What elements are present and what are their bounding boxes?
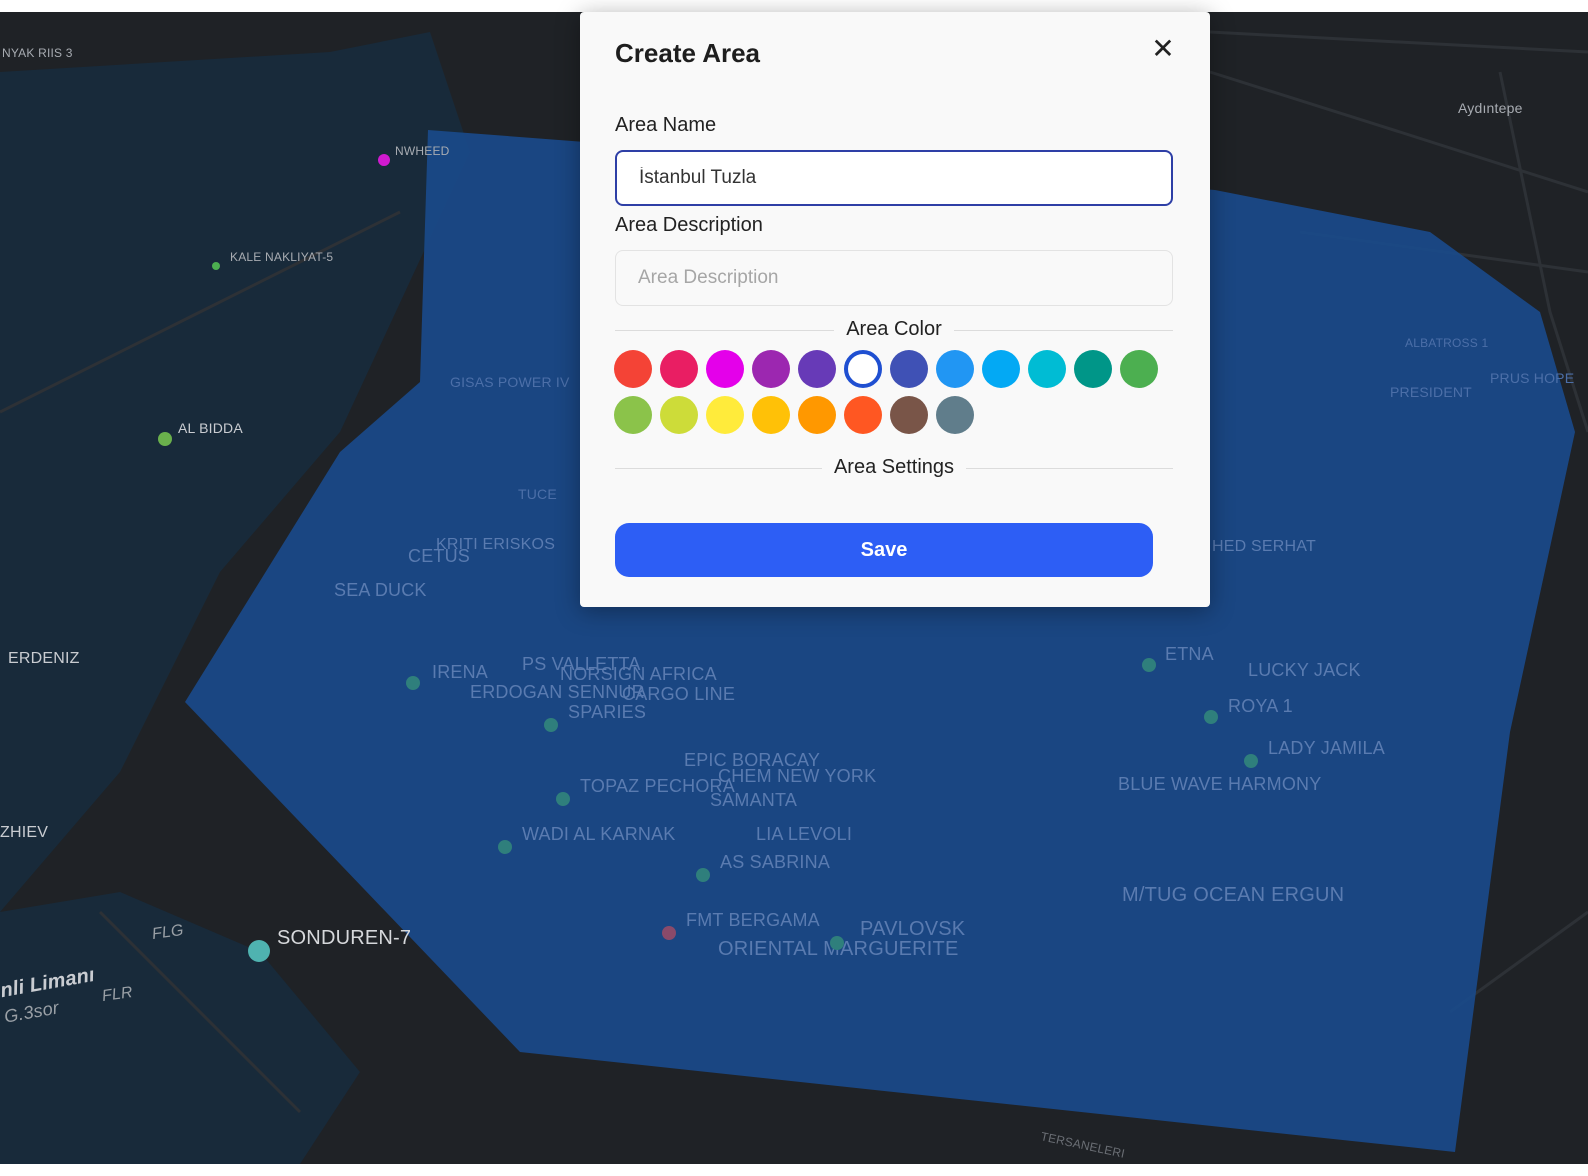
map-label: NWHEED [395, 144, 450, 158]
area-settings-label: Area Settings [821, 456, 967, 478]
color-swatch[interactable] [844, 350, 882, 388]
map-label: AL BIDDA [178, 420, 243, 436]
color-swatch[interactable] [660, 396, 698, 434]
color-swatch[interactable] [798, 350, 836, 388]
map-label: LIA LEVOLI [756, 824, 853, 844]
map-label: PRUS HOPE [1490, 370, 1575, 386]
vessel-marker[interactable] [830, 936, 844, 950]
map-label: Aydıntepe [1458, 100, 1523, 116]
vessel-marker[interactable] [662, 926, 676, 940]
map-label: SEA DUCK [334, 580, 427, 600]
close-icon[interactable]: ✕ [1148, 34, 1178, 64]
area-color-divider: Area Color [615, 318, 1173, 342]
color-swatch[interactable] [706, 396, 744, 434]
map-label: SPARIES [568, 702, 647, 722]
color-swatch[interactable] [614, 396, 652, 434]
map-label: LADY JAMILA [1268, 738, 1385, 758]
map-label: FMT BERGAMA [686, 910, 820, 930]
area-name-label: Area Name [615, 114, 717, 136]
color-swatch[interactable] [1028, 350, 1066, 388]
vessel-marker[interactable] [248, 940, 270, 962]
vessel-marker[interactable] [158, 432, 172, 446]
map-label: KRITI ERISKOS [436, 536, 556, 553]
area-settings-divider: Area Settings [615, 456, 1173, 480]
map-label: CHEM NEW YORK [718, 766, 877, 786]
modal-title: Create Area [615, 38, 761, 68]
map-label: IRENA [432, 662, 489, 682]
color-swatch[interactable] [614, 350, 652, 388]
map-label: ZHIEV [0, 824, 49, 841]
vessel-marker[interactable] [1204, 710, 1218, 724]
color-swatch[interactable] [752, 396, 790, 434]
map-label: M/TUG OCEAN ERGUN [1122, 884, 1345, 906]
area-color-label: Area Color [834, 318, 954, 340]
vessel-marker[interactable] [1142, 658, 1156, 672]
map-label: KALE NAKLIYAT-5 [230, 250, 334, 264]
area-description-input[interactable] [615, 250, 1173, 306]
map-label: SONDUREN-7 [277, 927, 412, 949]
vessel-marker[interactable] [212, 262, 220, 270]
color-swatch[interactable] [982, 350, 1020, 388]
map-label: WADI AL KARNAK [522, 824, 676, 844]
vessel-marker[interactable] [498, 840, 512, 854]
map-label: SAMANTA [710, 790, 798, 810]
color-swatch[interactable] [1074, 350, 1112, 388]
map-label: GISAS POWER IV [450, 374, 570, 390]
map-label: ETNA [1165, 644, 1214, 664]
color-swatch[interactable] [1120, 350, 1158, 388]
vessel-marker[interactable] [378, 154, 390, 166]
map-label: LUCKY JACK [1248, 660, 1361, 680]
map-label: TUCE [518, 486, 557, 502]
map-label: ROYA 1 [1228, 696, 1293, 716]
color-swatch[interactable] [798, 396, 836, 434]
color-swatch[interactable] [890, 396, 928, 434]
save-button[interactable]: Save [615, 523, 1153, 577]
map-label: NYAK RIIS 3 [2, 46, 73, 60]
map-label: ERDOGAN SENNUR [470, 682, 645, 702]
area-name-input[interactable] [615, 150, 1173, 206]
map-label: AS SABRINA [720, 852, 831, 872]
map-label: ALBATROSS 1 [1405, 336, 1489, 350]
map-label: BLUE WAVE HARMONY [1118, 774, 1322, 794]
vessel-marker[interactable] [544, 718, 558, 732]
vessel-marker[interactable] [556, 792, 570, 806]
vessel-marker[interactable] [1244, 754, 1258, 768]
vessel-marker[interactable] [406, 676, 420, 690]
color-swatch[interactable] [660, 350, 698, 388]
vessel-marker[interactable] [696, 868, 710, 882]
color-swatch[interactable] [844, 396, 882, 434]
color-swatch[interactable] [936, 396, 974, 434]
map-label: HED SERHAT [1212, 538, 1316, 555]
color-swatch[interactable] [706, 350, 744, 388]
map-label: PRESIDENT [1390, 384, 1472, 400]
create-area-modal: Create Area ✕ Area Name Area Description… [580, 12, 1210, 607]
area-description-label: Area Description [615, 214, 763, 236]
map-label: ERDENIZ [8, 650, 80, 667]
color-swatch[interactable] [752, 350, 790, 388]
color-swatch[interactable] [890, 350, 928, 388]
color-swatch[interactable] [936, 350, 974, 388]
